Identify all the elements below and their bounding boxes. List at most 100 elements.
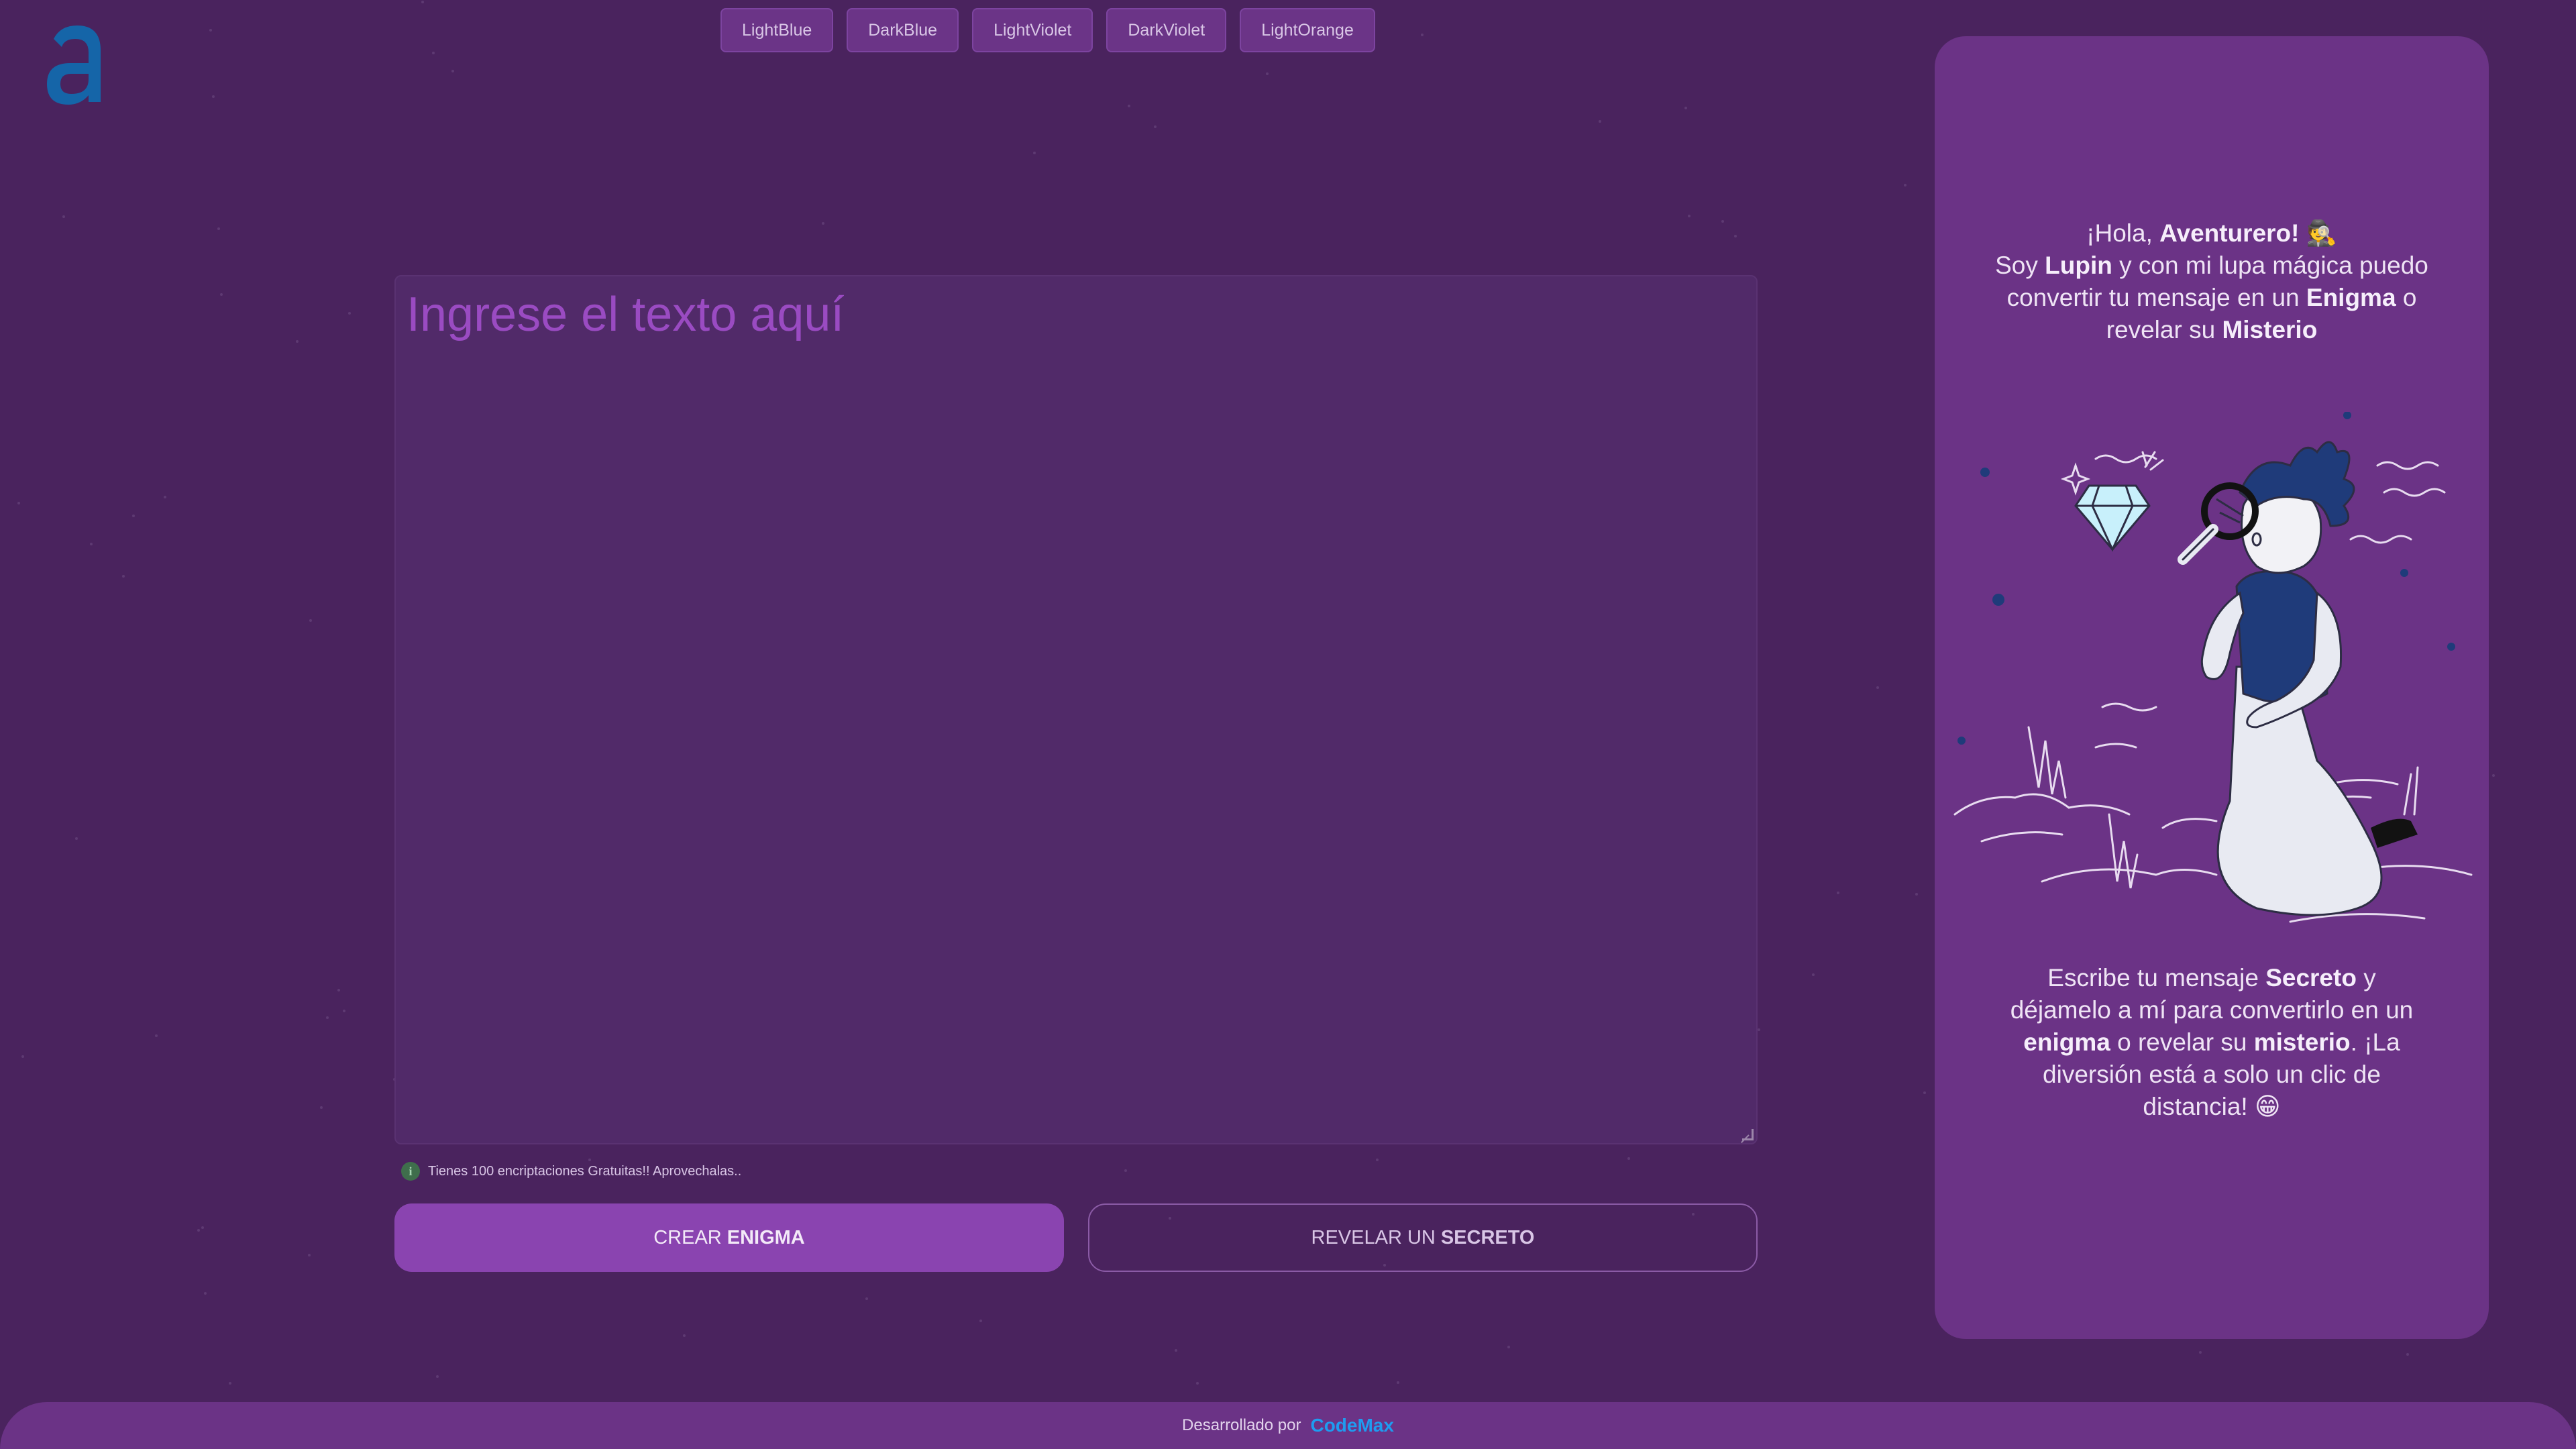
star-dot — [2406, 1353, 2409, 1356]
intro-soy: Soy — [1995, 252, 2038, 279]
info-icon: i — [401, 1162, 420, 1181]
star-dot — [1507, 1346, 1510, 1348]
assistant-panel: ¡Hola, Aventurero! 🕵️ Soy Lupin y con mi… — [1935, 36, 2489, 1339]
star-dot — [62, 215, 65, 218]
star-dot — [296, 340, 299, 343]
star-dot — [209, 29, 212, 32]
star-dot — [132, 515, 135, 517]
star-dot — [2199, 1351, 2202, 1354]
star-dot — [1923, 1091, 1926, 1094]
intro-misterio: Misterio — [2222, 316, 2318, 343]
star-dot — [21, 1055, 24, 1058]
encrypt-button-prefix: CREAR — [653, 1226, 722, 1248]
star-dot — [204, 1292, 207, 1295]
star-dot — [212, 95, 215, 98]
star-dot — [1154, 125, 1157, 128]
star-dot — [1684, 107, 1687, 109]
star-dot — [197, 1229, 200, 1232]
star-dot — [220, 293, 223, 296]
star-dot — [1758, 1028, 1760, 1031]
star-dot — [432, 52, 435, 54]
star-dot — [1904, 184, 1907, 186]
star-dot — [75, 837, 78, 840]
detective-emoji: 🕵️ — [2306, 219, 2337, 247]
star-dot — [588, 1159, 591, 1161]
encrypt-button-strong: ENIGMA — [727, 1226, 805, 1248]
star-dot — [343, 1010, 345, 1012]
star-dot — [217, 227, 220, 230]
theme-lightorange-button[interactable]: LightOrange — [1240, 8, 1375, 52]
decrypt-button[interactable]: REVELAR UN SECRETO — [1088, 1203, 1758, 1272]
outro-enigma: enigma — [2023, 1028, 2110, 1056]
star-dot — [421, 1, 424, 3]
outro-misterio: misterio — [2253, 1028, 2351, 1056]
free-quota-text: Tienes 100 encriptaciones Gratuitas!! Ap… — [428, 1163, 742, 1179]
star-dot — [1915, 893, 1918, 896]
star-dot — [1837, 892, 1839, 894]
greet-hello: ¡Hola, — [2086, 219, 2153, 247]
star-dot — [155, 1034, 158, 1037]
star-dot — [337, 989, 340, 991]
star-dot — [1599, 120, 1601, 123]
star-dot — [229, 1382, 231, 1385]
star-dot — [164, 496, 166, 498]
outro-secreto: Secreto — [2265, 964, 2357, 991]
star-dot — [1033, 152, 1036, 154]
star-dot — [1812, 973, 1815, 976]
theme-lightviolet-button[interactable]: LightViolet — [972, 8, 1093, 52]
star-dot — [326, 1016, 329, 1019]
star-dot — [683, 1334, 686, 1337]
star-dot — [1196, 1382, 1199, 1385]
decrypt-button-prefix: REVELAR UN — [1311, 1226, 1436, 1248]
encrypt-button[interactable]: CREAR ENIGMA — [394, 1203, 1064, 1272]
star-dot — [1397, 1381, 1399, 1384]
page-footer: Desarrollado por CodeMax — [0, 1402, 2576, 1449]
message-editor — [394, 275, 1758, 1144]
free-quota-notice: i Tienes 100 encriptaciones Gratuitas!! … — [401, 1162, 741, 1181]
star-dot — [320, 1106, 323, 1109]
footer-brand-link[interactable]: CodeMax — [1310, 1415, 1393, 1436]
star-dot — [865, 1297, 868, 1300]
star-dot — [451, 70, 454, 72]
grin-emoji: 😁 — [2255, 1093, 2281, 1120]
theme-darkviolet-button[interactable]: DarkViolet — [1106, 8, 1227, 52]
star-dot — [309, 619, 312, 622]
alura-logo — [47, 25, 101, 105]
star-dot — [1266, 72, 1269, 75]
star-dot — [1175, 1349, 1177, 1352]
star-dot — [1734, 235, 1737, 237]
star-dot — [1688, 215, 1690, 217]
star-dot — [1627, 1157, 1630, 1160]
detective-illustration — [1953, 412, 2473, 923]
greeting-text: ¡Hola, Aventurero! 🕵️ Soy Lupin y con mi… — [1935, 217, 2489, 346]
outro-part-1: Escribe tu mensaje — [2047, 964, 2259, 991]
resize-handle[interactable] — [1742, 1129, 1754, 1140]
theme-selector: LightBlue DarkBlue LightViolet DarkViole… — [720, 8, 1375, 52]
greet-name: Aventurero! — [2159, 219, 2300, 247]
star-dot — [436, 1375, 439, 1378]
star-dot — [201, 1226, 204, 1229]
footer-credit-text: Desarrollado por — [1182, 1416, 1301, 1434]
star-dot — [90, 543, 93, 545]
star-dot — [348, 312, 351, 315]
star-dot — [17, 502, 20, 504]
star-dot — [1421, 34, 1424, 36]
theme-lightblue-button[interactable]: LightBlue — [720, 8, 834, 52]
star-dot — [1124, 1169, 1127, 1172]
star-dot — [1376, 1159, 1379, 1161]
intro-lupin: Lupin — [2045, 252, 2112, 279]
star-dot — [1721, 220, 1724, 223]
star-dot — [822, 222, 824, 225]
star-dot — [2492, 774, 2495, 777]
theme-darkblue-button[interactable]: DarkBlue — [847, 8, 959, 52]
decrypt-button-strong: SECRETO — [1440, 1226, 1535, 1248]
outro-part-3: o revelar su — [2117, 1028, 2247, 1056]
star-dot — [308, 1254, 311, 1256]
star-dot — [1876, 686, 1879, 689]
instructions-text: Escribe tu mensaje Secreto y déjamelo a … — [1935, 962, 2489, 1123]
star-dot — [122, 575, 125, 578]
message-input[interactable] — [405, 286, 1750, 1136]
intro-enigma: Enigma — [2306, 284, 2396, 311]
star-dot — [1128, 105, 1130, 107]
star-dot — [979, 1320, 982, 1322]
